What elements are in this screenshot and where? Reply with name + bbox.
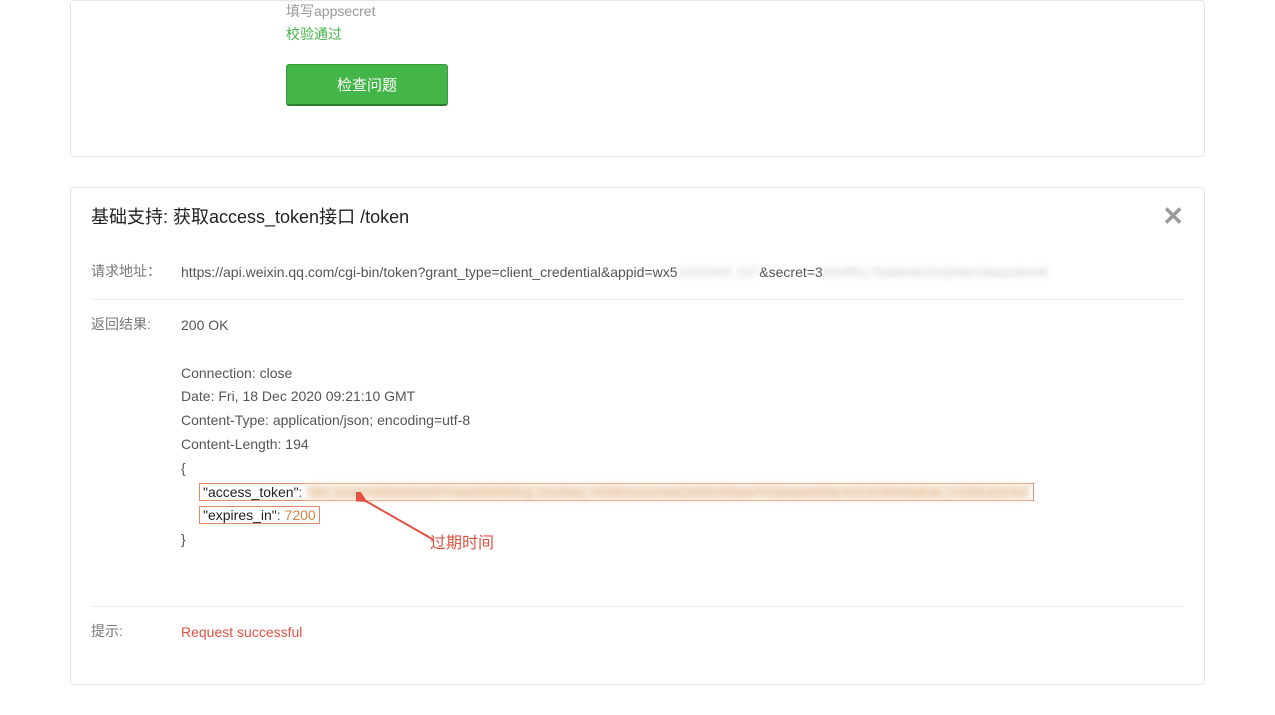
header-content-length: Content-Length: 194: [181, 433, 1184, 457]
url-text-prefix: https://api.weixin.qq.com/cgi-bin/token?…: [181, 264, 678, 280]
tip-row: 提示: Request successful: [91, 607, 1184, 659]
header-content-type: Content-Type: application/json; encoding…: [181, 409, 1184, 433]
tip-value: Request successful: [181, 621, 1184, 645]
response-label: 返回结果:: [91, 314, 181, 592]
request-url-value: https://api.weixin.qq.com/cgi-bin/token?…: [181, 261, 1184, 285]
result-body: 请求地址： https://api.weixin.qq.com/cgi-bin/…: [71, 247, 1204, 684]
highlight-access-token: "access_token": "40_1cqYVWlm8AKtPYNeWW6R…: [199, 483, 1034, 501]
access-token-key: "access_token": [203, 484, 299, 500]
json-body: { "access_token": "40_1cqYVWlm8AKtPYNeWW…: [181, 457, 1184, 552]
close-icon[interactable]: ✕: [1162, 203, 1184, 229]
top-section: secret : 填写appsecret 校验通过 检查问题: [91, 1, 1184, 126]
validation-text: 校验通过: [286, 24, 1184, 44]
status-line: 200 OK: [181, 314, 1184, 338]
tip-text: Request successful: [181, 624, 302, 640]
result-title: 基础支持: 获取access_token接口 /token: [91, 203, 409, 229]
annotation-label: 过期时间: [430, 530, 494, 557]
response-row: 返回结果: 200 OK Connection: close Date: Fri…: [91, 300, 1184, 607]
json-access-line: "access_token": "40_1cqYVWlm8AKtPYNeWW6R…: [181, 481, 1184, 505]
result-header: 基础支持: 获取access_token接口 /token ✕: [71, 188, 1204, 247]
request-url-row: 请求地址： https://api.weixin.qq.com/cgi-bin/…: [91, 247, 1184, 300]
response-value: 200 OK Connection: close Date: Fri, 18 D…: [181, 314, 1184, 592]
url-blur-2: b50ff5175dde0b32d2fde16eacde04f: [823, 264, 1048, 280]
tip-label: 提示:: [91, 621, 181, 645]
json-close: }: [181, 528, 1184, 552]
json-open: {: [181, 457, 1184, 481]
header-date: Date: Fri, 18 Dec 2020 09:21:10 GMT: [181, 385, 1184, 409]
json-expires-line: "expires_in": 7200 过: [181, 504, 1184, 528]
access-token-value: "40_1cqYVWlm8AKtPYNeWW6REg_UUbmj_YDW1zua…: [306, 484, 1029, 500]
result-panel: 基础支持: 获取access_token接口 /token ✕ 请求地址： ht…: [70, 187, 1205, 685]
highlight-expires-in: "expires_in": 7200: [199, 506, 320, 524]
url-text-mid: &secret=3: [759, 264, 822, 280]
secret-hint: 填写appsecret: [286, 1, 1184, 21]
header-connection: Connection: close: [181, 362, 1184, 386]
expires-in-value: 7200: [285, 507, 316, 523]
expires-in-key: "expires_in": [203, 507, 277, 523]
check-problem-button[interactable]: 检查问题: [286, 64, 448, 106]
request-url-label: 请求地址：: [91, 261, 181, 285]
url-blur-1: 1025005 107: [678, 264, 760, 280]
form-panel: secret : 填写appsecret 校验通过 检查问题: [70, 0, 1205, 157]
